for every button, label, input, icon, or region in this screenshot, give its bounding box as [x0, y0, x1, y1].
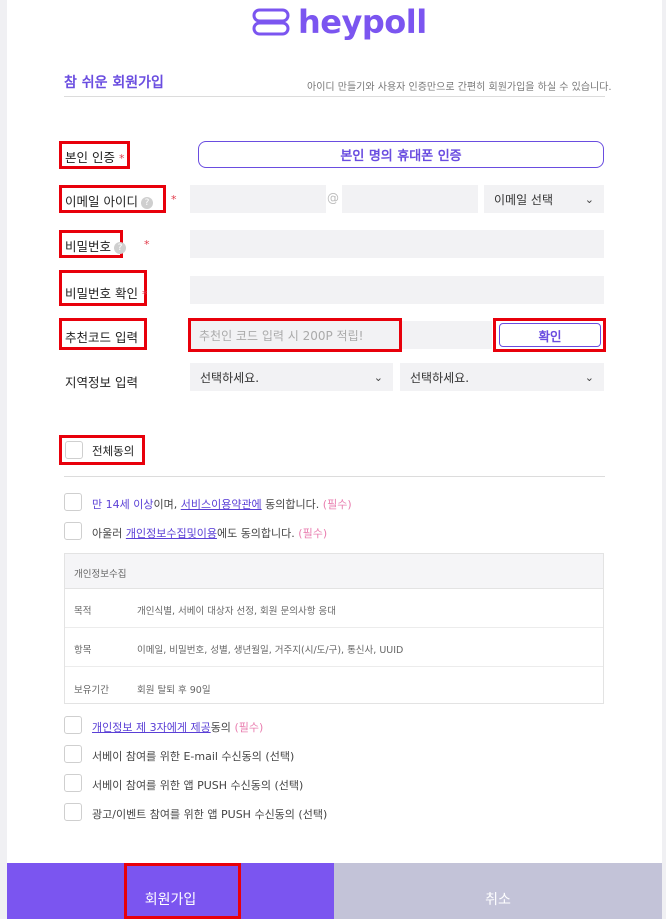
- required-mark: *: [141, 288, 148, 301]
- agree-terms-checkbox[interactable]: [64, 493, 82, 511]
- identity-label: 본인 인증 *: [65, 147, 124, 166]
- agree-terms-post: 동의합니다.: [261, 498, 323, 511]
- cancel-button[interactable]: 취소: [334, 863, 662, 919]
- chevron-down-icon: ⌄: [584, 192, 594, 206]
- heypoll-logo-icon: [252, 8, 290, 36]
- agree-privacy-label: 아울러 개인정보수집및이용에도 동의합니다. (필수): [92, 525, 327, 541]
- password-confirm-input[interactable]: [190, 276, 604, 304]
- at-sign: @: [327, 191, 339, 205]
- privacy-table-header: [65, 554, 603, 589]
- table-row-key: 항목: [74, 645, 92, 656]
- identity-label-text: 본인 인증: [65, 150, 115, 165]
- password-label-text: 비밀번호: [65, 239, 112, 254]
- required-tag: (필수): [322, 498, 352, 511]
- agree-third-party-label: 개인정보 제 3자에게 제공동의 (필수): [92, 719, 263, 735]
- required-tag: (필수): [298, 527, 328, 540]
- password-input[interactable]: [190, 230, 604, 258]
- agree-ad-push-checkbox[interactable]: [64, 803, 82, 821]
- agree-third-party-post: 동의: [210, 721, 235, 734]
- divider: [64, 476, 605, 477]
- table-row-value: 이메일, 비밀번호, 성별, 생년월일, 거주지(시/도/구), 통신사, UU…: [137, 645, 404, 656]
- email-domain-select-value: 이메일 선택: [494, 192, 554, 207]
- required-mark: *: [118, 152, 125, 165]
- brand-name: heypoll: [298, 3, 427, 41]
- divider: [65, 627, 603, 628]
- agree-terms-label: 만 14세 이상이며, 서비스이용약관에 동의합니다. (필수): [92, 496, 352, 512]
- agree-privacy-checkbox[interactable]: [64, 522, 82, 540]
- agree-all-checkbox[interactable]: [65, 441, 83, 459]
- third-party-link[interactable]: 개인정보 제 3자에게 제공: [92, 721, 211, 734]
- phone-verify-button[interactable]: 본인 명의 휴대폰 인증: [198, 141, 604, 168]
- email-label: 이메일 아이디?: [65, 191, 153, 210]
- privacy-link[interactable]: 개인정보수집및이용: [126, 527, 217, 540]
- required-tag: (필수): [234, 721, 264, 734]
- email-domain-select[interactable]: 이메일 선택 ⌄: [484, 185, 604, 213]
- required-mark: *: [171, 193, 177, 206]
- table-row-value: 회원 탈퇴 후 90일: [137, 685, 211, 696]
- agree-third-party-checkbox[interactable]: [64, 716, 82, 734]
- email-label-text: 이메일 아이디: [65, 194, 138, 209]
- region-select-2[interactable]: 선택하세요. ⌄: [400, 363, 604, 391]
- agree-push-checkbox[interactable]: [64, 774, 82, 792]
- highlight-box: [124, 863, 241, 919]
- password-label: 비밀번호?: [65, 236, 127, 255]
- required-mark: *: [144, 238, 150, 251]
- password-confirm-label-text: 비밀번호 확인: [65, 286, 138, 301]
- email-domain-input[interactable]: [342, 185, 478, 213]
- email-id-input[interactable]: [190, 185, 326, 213]
- help-icon[interactable]: ?: [140, 196, 153, 209]
- region-select-1[interactable]: 선택하세요. ⌄: [190, 363, 393, 391]
- divider: [65, 666, 603, 667]
- password-confirm-label: 비밀번호 확인 *: [65, 283, 147, 302]
- agree-privacy-post: 에도 동의합니다.: [216, 527, 299, 540]
- agree-privacy-pre: 아울러: [92, 527, 126, 540]
- table-row-key: 보유기간: [74, 685, 109, 696]
- chevron-down-icon: ⌄: [584, 370, 594, 384]
- region-select-1-value: 선택하세요.: [200, 370, 260, 385]
- agree-email-checkbox[interactable]: [64, 745, 82, 763]
- referral-confirm-button[interactable]: 확인: [499, 323, 601, 347]
- agree-push-label: 서베이 참여를 위한 앱 PUSH 수신동의 (선택): [92, 779, 304, 792]
- table-row-key: 목적: [74, 606, 92, 617]
- cancel-label: 취소: [485, 892, 511, 908]
- page-subtitle: 아이디 만들기와 사용자 인증만으로 간편히 회원가입을 하실 수 있습니다.: [307, 82, 612, 93]
- referral-input[interactable]: 추천인 코드 입력 시 200P 적립!: [199, 327, 363, 344]
- referral-label: 추천코드 입력: [65, 330, 138, 345]
- chevron-down-icon: ⌄: [373, 370, 383, 384]
- agree-terms-mid: 이며,: [153, 498, 181, 511]
- page-title: 참 쉬운 회원가입: [64, 75, 164, 91]
- privacy-table: 개인정보수집 목적 개인식별, 서베이 대상자 선정, 회원 문의사항 응대 항…: [64, 553, 604, 704]
- region-label: 지역정보 입력: [65, 375, 138, 390]
- divider: [64, 96, 605, 97]
- agree-ad-push-label: 광고/이벤트 참여를 위한 앱 PUSH 수신동의 (선택): [92, 808, 328, 821]
- agree-terms-age: 만 14세 이상: [92, 498, 154, 511]
- signup-page: heypoll 참 쉬운 회원가입 아이디 만들기와 사용자 인증만으로 간편히…: [7, 0, 662, 919]
- table-row-value: 개인식별, 서베이 대상자 선정, 회원 문의사항 응대: [137, 606, 336, 617]
- agree-email-label: 서베이 참여를 위한 E-mail 수신동의 (선택): [92, 750, 295, 763]
- agree-all-label: 전체동의: [92, 444, 135, 458]
- privacy-table-heading: 개인정보수집: [74, 569, 127, 580]
- region-select-2-value: 선택하세요.: [410, 370, 470, 385]
- help-icon[interactable]: ?: [114, 241, 127, 254]
- terms-link[interactable]: 서비스이용약관에: [181, 498, 262, 511]
- brand-logo[interactable]: heypoll: [252, 2, 427, 42]
